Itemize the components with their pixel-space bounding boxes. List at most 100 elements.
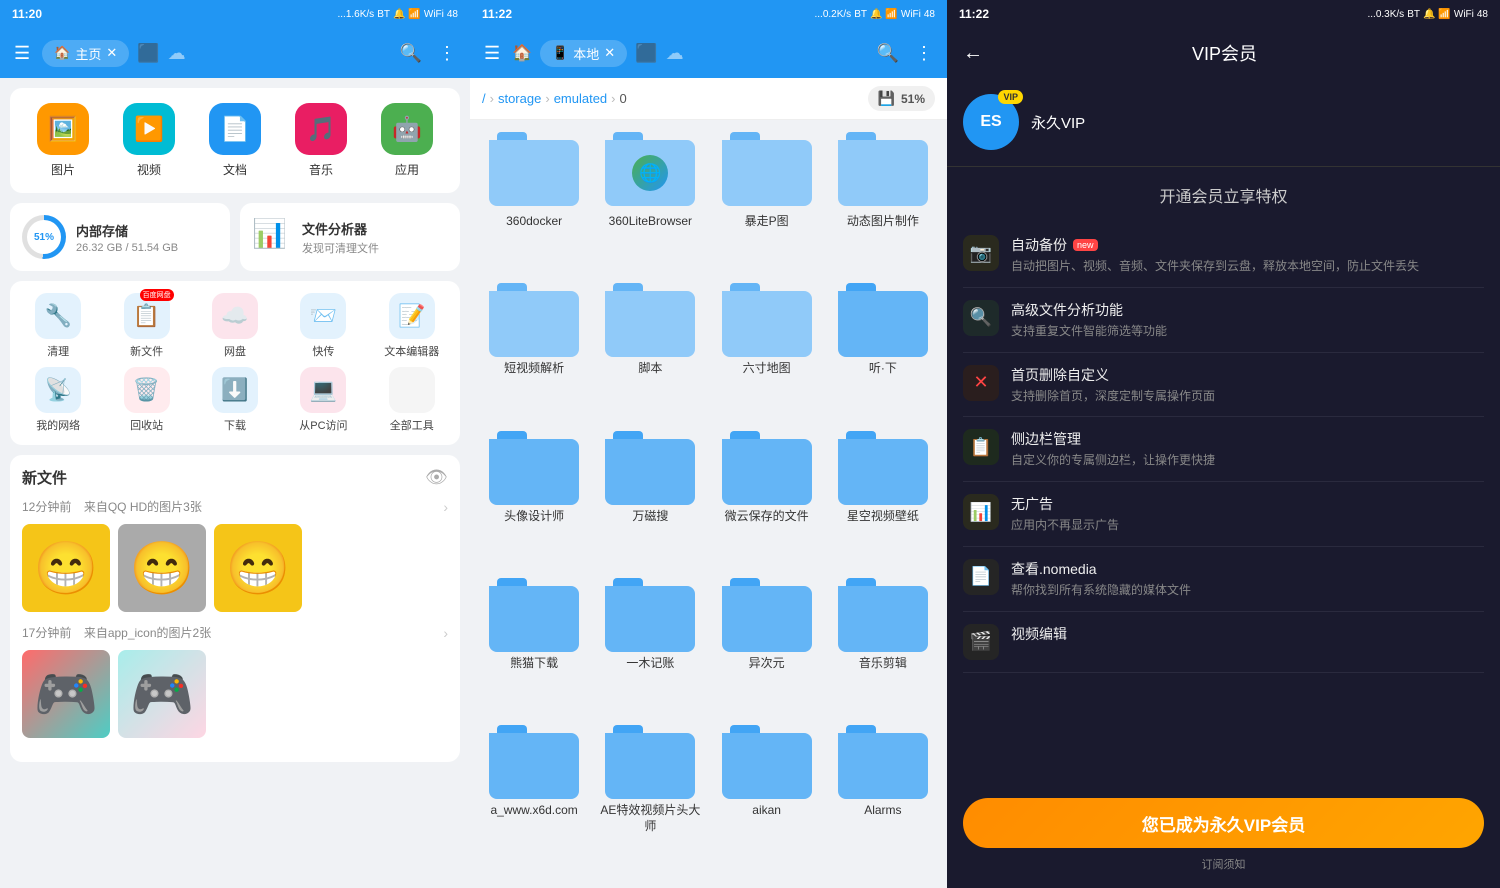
vip-cta-button[interactable]: 您已成为永久VIP会员 [963,798,1484,848]
file-group-1: 17分钟前 来自app_icon的图片2张 › 🎮 🎮 [22,624,448,738]
folder-alarms[interactable]: Alarms [831,725,935,876]
folder-baozouptu[interactable]: 暴走P图 [715,132,819,271]
more-icon-home[interactable]: ⋮ [434,39,460,68]
vip-user-name: 永久VIP [1031,112,1085,133]
thumb-1-1[interactable]: 🎮 [118,650,206,738]
vip-avatar: ES VIP [963,94,1019,150]
vip-page-title: VIP会员 [995,40,1454,66]
tool-network[interactable]: 📡 我的网络 [18,367,98,433]
breadcrumb-0: 0 [620,91,627,106]
folder-liucunditu[interactable]: 六寸地图 [715,283,819,418]
category-video[interactable]: ▶️ 视频 [111,103,187,178]
status-bar-vip: 11:22 ...0.3K/s BT 🔔 📶 WiFi 48 [947,0,1500,28]
folder-yimu[interactable]: 一木记账 [598,578,702,713]
tools-grid: 🔧 清理 📋 百度网盘 新文件 ☁️ 网盘 📨 快传 [18,293,452,433]
thumb-0-0[interactable]: 😁 [22,524,110,612]
vip-cta: 您已成为永久VIP会员 订阅须知 [947,782,1500,888]
benefit-nomedia: 📄 查看.nomedia 帮你找到所有系统隐藏的媒体文件 [963,547,1484,612]
category-video-label: 视频 [137,161,161,178]
status-time-files: 11:22 [482,7,512,21]
folder-ae[interactable]: AE特效视频片头大师 [598,725,702,876]
folder-yinyue[interactable]: 音乐剪辑 [831,578,935,713]
folder-xingkong[interactable]: 星空视频壁纸 [831,431,935,566]
folder-jiaopen[interactable]: 脚本 [598,283,702,418]
tool-clean[interactable]: 🔧 清理 [18,293,98,359]
tool-trash[interactable]: 🗑️ 回收站 [106,367,186,433]
breadcrumb-root[interactable]: / [482,91,486,106]
benefit-videoeditor: 🎬 视频编辑 [963,612,1484,673]
panel-files: 11:22 ...0.2K/s BT 🔔 📶 WiFi 48 ☰ 🏠 📱 本地 … [470,0,947,888]
thumb-0-1[interactable]: 😁 [118,524,206,612]
thumb-0-2[interactable]: 😁 [214,524,302,612]
folder-yiciyuan[interactable]: 异次元 [715,578,819,713]
status-time: 11:20 [12,7,42,21]
category-images-label: 图片 [51,161,75,178]
category-docs[interactable]: 📄 文档 [197,103,273,178]
folder-360litebrowser[interactable]: 🌐 360LiteBrowser [598,132,702,271]
folder-tingxia[interactable]: 听·下 [831,283,935,418]
tool-newfile[interactable]: 📋 百度网盘 新文件 [106,293,186,359]
category-music[interactable]: 🎵 音乐 [283,103,359,178]
breadcrumb-emulated[interactable]: emulated [554,91,607,106]
analyzer-benefit-icon: 🔍 [963,300,999,336]
category-images-icon: 🖼️ [37,103,89,155]
category-apps-icon: 🤖 [381,103,433,155]
folder-wancisoue[interactable]: 万磁搜 [598,431,702,566]
vip-user-section: ES VIP 永久VIP [947,78,1500,167]
search-icon-home[interactable]: 🔍 [396,39,426,68]
tool-pc[interactable]: 💻 从PC访问 [283,367,363,433]
storage-info: 内部存储 26.32 GB / 51.54 GB [76,221,218,254]
local-tab[interactable]: 📱 本地 ✕ [540,40,627,67]
back-button[interactable]: ← [963,42,983,65]
folder-dongtai[interactable]: 动态图片制作 [831,132,935,271]
status-bar-home: 11:20 ...1.6K/s BT 🔔 📶 WiFi 48 [0,0,470,28]
noad-benefit-icon: 📊 [963,494,999,530]
folder-aikan[interactable]: aikan [715,725,819,876]
new-files-title: 新文件 [22,467,67,488]
tool-transfer[interactable]: 📨 快传 [283,293,363,359]
analyzer-card[interactable]: 📊 文件分析器 发现可清理文件 [240,203,460,271]
category-docs-icon: 📄 [209,103,261,155]
tool-all[interactable]: 全部工具 [372,367,452,433]
vip-benefits-list: 📷 自动备份 new 自动把图片、视频、音频、文件夹保存到云盘，释放本地空间，防… [947,223,1500,782]
category-grid: 🖼️ 图片 ▶️ 视频 📄 文档 🎵 音乐 🤖 应用 [10,88,460,193]
tool-download[interactable]: ⬇️ 下载 [195,367,275,433]
folder-touxiang[interactable]: 头像设计师 [482,431,586,566]
search-icon-files[interactable]: 🔍 [873,39,903,68]
category-video-icon: ▶️ [123,103,175,155]
tool-cloud[interactable]: ☁️ 网盘 [195,293,275,359]
benefit-homepage: ✕ 首页删除自定义 支持删除首页，深度定制专属操作页面 [963,353,1484,418]
folder-360docker[interactable]: 360docker [482,132,586,271]
folder-xiongmao[interactable]: 熊猫下载 [482,578,586,713]
folder-duanshipin[interactable]: 短视频解析 [482,283,586,418]
benefit-noad: 📊 无广告 应用内不再显示广告 [963,482,1484,547]
category-apps[interactable]: 🤖 应用 [369,103,445,178]
tool-editor[interactable]: 📝 文本编辑器 [372,293,452,359]
home-tab[interactable]: 🏠 主页 ✕ [42,40,129,67]
breadcrumb: / › storage › emulated › 0 💾 51% [470,78,947,120]
vip-badge: VIP [998,90,1023,104]
category-images[interactable]: 🖼️ 图片 [25,103,101,178]
category-music-icon: 🎵 [295,103,347,155]
folder-awww[interactable]: a_www.x6d.com [482,725,586,876]
benefit-analyzer: 🔍 高级文件分析功能 支持重复文件智能筛选等功能 [963,288,1484,353]
homepage-benefit-icon: ✕ [963,365,999,401]
menu-icon-files[interactable]: ☰ [480,39,504,68]
status-icons-home: ...1.6K/s BT 🔔 📶 WiFi 48 [338,9,459,20]
thumb-1-0[interactable]: 🎮 [22,650,110,738]
file-thumbs-1: 🎮 🎮 [22,650,448,738]
more-icon-files[interactable]: ⋮ [911,39,937,68]
breadcrumb-storage[interactable]: storage [498,91,541,106]
eye-icon[interactable]: 👁 [425,467,448,488]
menu-icon-home[interactable]: ☰ [10,39,34,68]
file-thumbs-0: 😁 😁 😁 [22,524,448,612]
tools-section: 🔧 清理 📋 百度网盘 新文件 ☁️ 网盘 📨 快传 [10,281,460,445]
storage-circle: 51% [22,215,66,259]
category-music-label: 音乐 [309,161,333,178]
vip-subscribe-note[interactable]: 订阅须知 [963,856,1484,872]
nomedia-benefit-icon: 📄 [963,559,999,595]
nav-bar-home: ☰ 🏠 主页 ✕ ⬛ ☁ 🔍 ⋮ [0,28,470,78]
storage-internal-card[interactable]: 51% 内部存储 26.32 GB / 51.54 GB [10,203,230,271]
videoeditor-benefit-icon: 🎬 [963,624,999,660]
folder-weiyun[interactable]: 微云保存的文件 [715,431,819,566]
